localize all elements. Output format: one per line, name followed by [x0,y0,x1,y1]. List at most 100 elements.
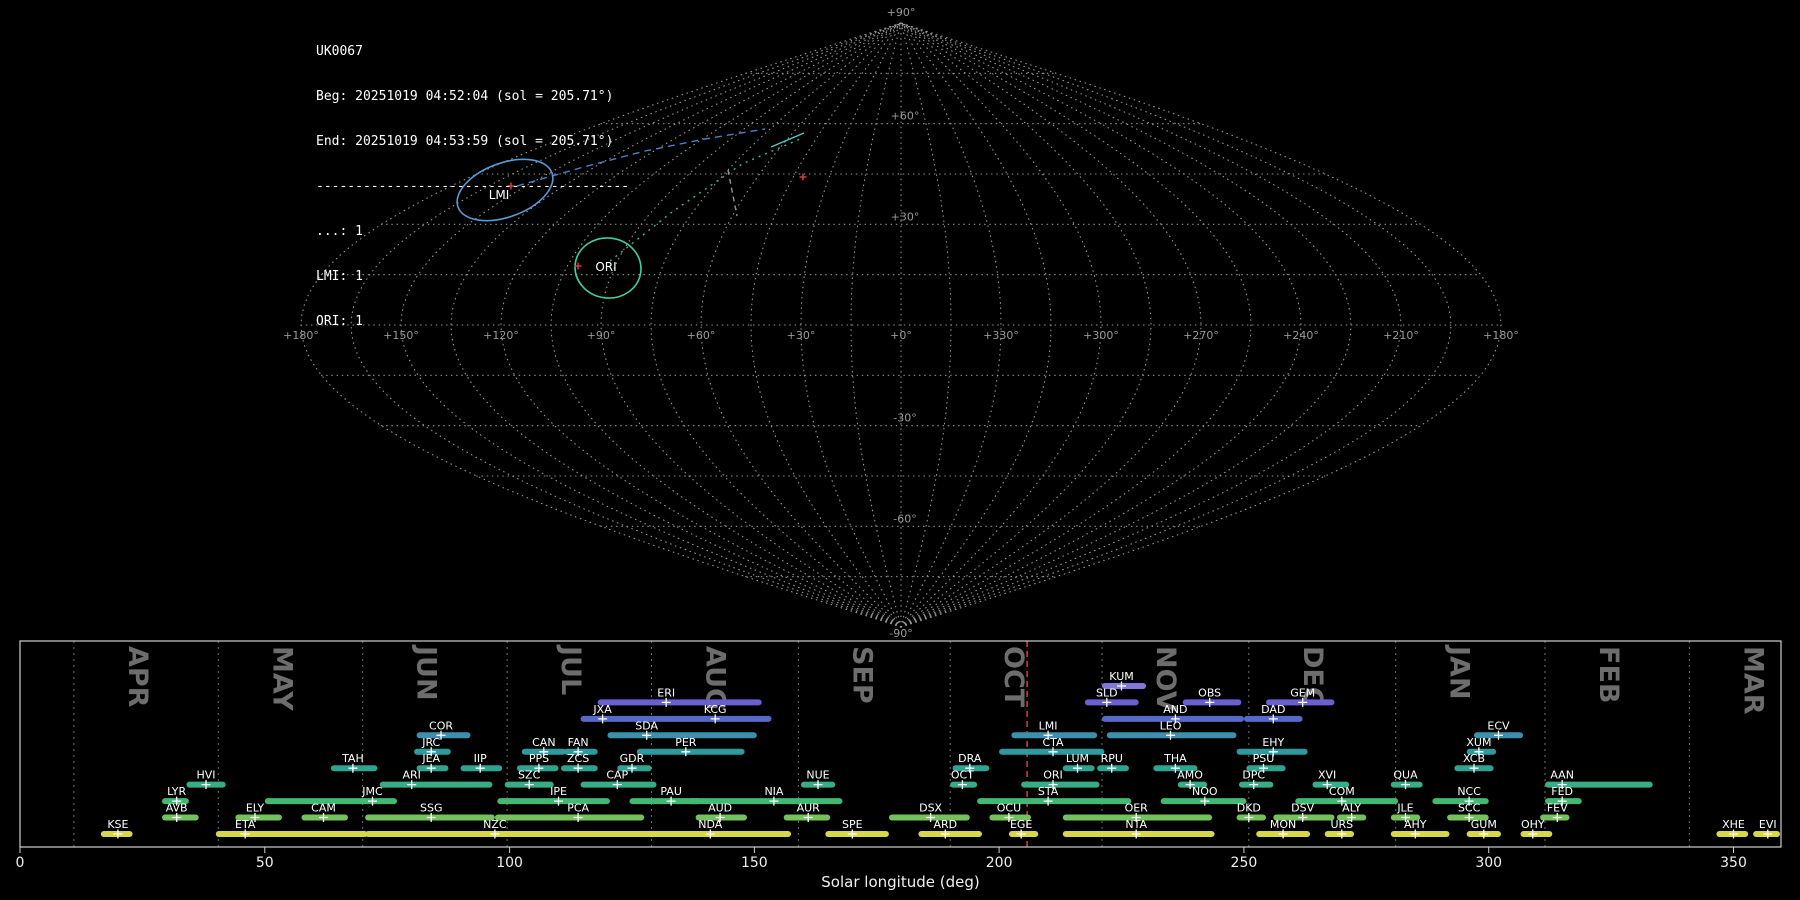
month-label: OCT [998,646,1029,708]
shower-bar-NDA: NDA [629,818,792,839]
shower-code-label: AUD [708,802,732,815]
shower-code-label: IPE [550,785,567,798]
shower-bar-ORI: ORI [1021,769,1100,790]
x-tick-label: 300 [1475,855,1502,871]
shower-code-label: XUM [1466,736,1491,749]
shower-code-label: NOO [1192,785,1218,798]
observation-end: End: 20251019 04:53:59 (sol = 205.71°) [316,134,614,149]
shower-code-label: ELY [246,802,265,815]
shower-bar-XCB: XCB [1454,752,1494,773]
shower-code-label: CAN [532,736,555,749]
shower-code-label: ALY [1342,802,1361,815]
shower-code-label: DKD [1237,802,1261,815]
shower-code-label: DSX [919,802,942,815]
shower-code-label: OCU [997,802,1021,815]
shower-code-label: LEO [1160,719,1182,732]
shower-bar-URS: URS [1324,818,1355,839]
longitude-label: +180° [1483,329,1519,342]
shower-bar-CAM: CAM [301,802,348,822]
shower-bar-MON: MON [1256,818,1311,839]
shower-bar-NUE: NUE [800,769,836,790]
shower-code-label: QUA [1393,769,1418,782]
shower-bar-HVI: HVI [186,769,226,790]
x-tick-label: 150 [741,855,768,871]
shower-code-label: OER [1125,802,1149,815]
shower-code-label: JMC [361,785,383,798]
month-label: JUL [555,644,586,695]
x-axis: 0 50 100 150 200 250 300 350 Solar longitude (de… [16,847,1747,891]
shower-code-label: ETA [235,818,256,831]
shower-bar-EGE: EGE [1008,818,1039,839]
shower-code-label: EVI [1759,818,1777,831]
shower-bar-ETA: ETA [215,818,368,839]
shower-code-label: PAU [660,785,682,798]
shower-bar-OBS: OBS [1182,686,1242,707]
shower-code-label: SLD [1096,686,1118,699]
shower-code-label: NDA [698,818,723,831]
shower-code-label: AVB [166,802,188,815]
south-pole-label: -90° [889,627,912,640]
shower-code-label: PSU [1253,752,1275,765]
shower-code-label: THA [1163,752,1187,765]
shower-code-label: CAM [311,802,336,815]
shower-code-label: DAD [1261,703,1285,716]
north-pole-label: +90° [887,6,916,19]
shower-code-label: ZCS [567,752,589,765]
shower-bar-QUA: QUA [1390,769,1423,790]
x-tick-label: 50 [256,855,274,871]
shower-code-label: COR [429,719,453,732]
count-ori: ORI: 1 [316,314,363,329]
shower-code-label: NCC [1457,785,1481,798]
x-axis-label: Solar longitude (deg) [821,873,979,891]
month-label: APR [122,646,153,708]
shower-code-label: NUE [806,769,829,782]
shower-bar-OCT: OCT [950,769,978,790]
activity-chart: APR MAY JUN JUL AUG SEP OCT NOV DEC JAN FEB MARKUME… [16,640,1782,891]
shower-code-label: PCA [567,802,589,815]
shower-code-label: URS [1330,818,1353,831]
shower-code-label: JXA [592,703,612,716]
x-tick-label: 0 [16,855,25,871]
longitude-label: +270° [1183,329,1219,342]
shower-bar-ARI: ARI [379,769,493,790]
shower-code-label: SZC [518,769,541,782]
station-id: UK0067 [316,44,363,59]
shower-bar-DPC: DPC [1239,769,1274,790]
shower-code-label: SSG [420,802,443,815]
shower-code-label: DRA [958,752,982,765]
latitude-label: +30° [891,210,920,223]
shower-code-label: DSV [1291,802,1314,815]
month-label: MAR [1737,646,1768,715]
shower-code-label: NIA [764,785,783,798]
shower-bar-TAH: TAH [330,752,378,773]
longitude-label: +330° [983,329,1019,342]
shower-code-label: SDA [635,719,658,732]
shower-code-label: FAN [568,736,589,749]
shower-code-label: XVI [1318,769,1336,782]
shower-code-label: AAN [1550,769,1574,782]
shower-code-label: AND [1163,703,1187,716]
shower-bar-SLD: SLD [1084,686,1139,707]
shower-code-label: NTA [1125,818,1147,831]
latitude-label: -60° [893,512,916,525]
shower-code-label: SPE [842,818,863,831]
observation-info-panel: UK0067 Beg: 20251019 04:52:04 (sol = 205… [316,14,629,344]
shower-bar-AUR: AUR [783,802,831,822]
trail-faint [727,169,738,217]
shower-bar-XHE: XHE [1716,818,1749,839]
shower-bar-AVB: AVB [162,802,199,822]
shower-code-label: LYR [167,785,186,798]
shower-code-label: KUM [1109,670,1133,683]
shower-bar-KSE: KSE [100,818,133,839]
shower-code-label: ECV [1487,719,1510,732]
shower-code-label: NZC [483,818,507,831]
shower-code-label: AHY [1404,818,1427,831]
shower-bar-NZC: NZC [365,818,645,839]
count-lmi: LMI: 1 [316,269,363,284]
shower-code-label: LUM [1066,752,1089,765]
shower-code-label: OCT [951,769,974,782]
shower-bar-OHY: OHY [1520,818,1553,839]
shower-code-label: KCG [704,703,727,716]
shower-code-label: EGE [1010,818,1032,831]
x-tick-label: 100 [496,855,523,871]
